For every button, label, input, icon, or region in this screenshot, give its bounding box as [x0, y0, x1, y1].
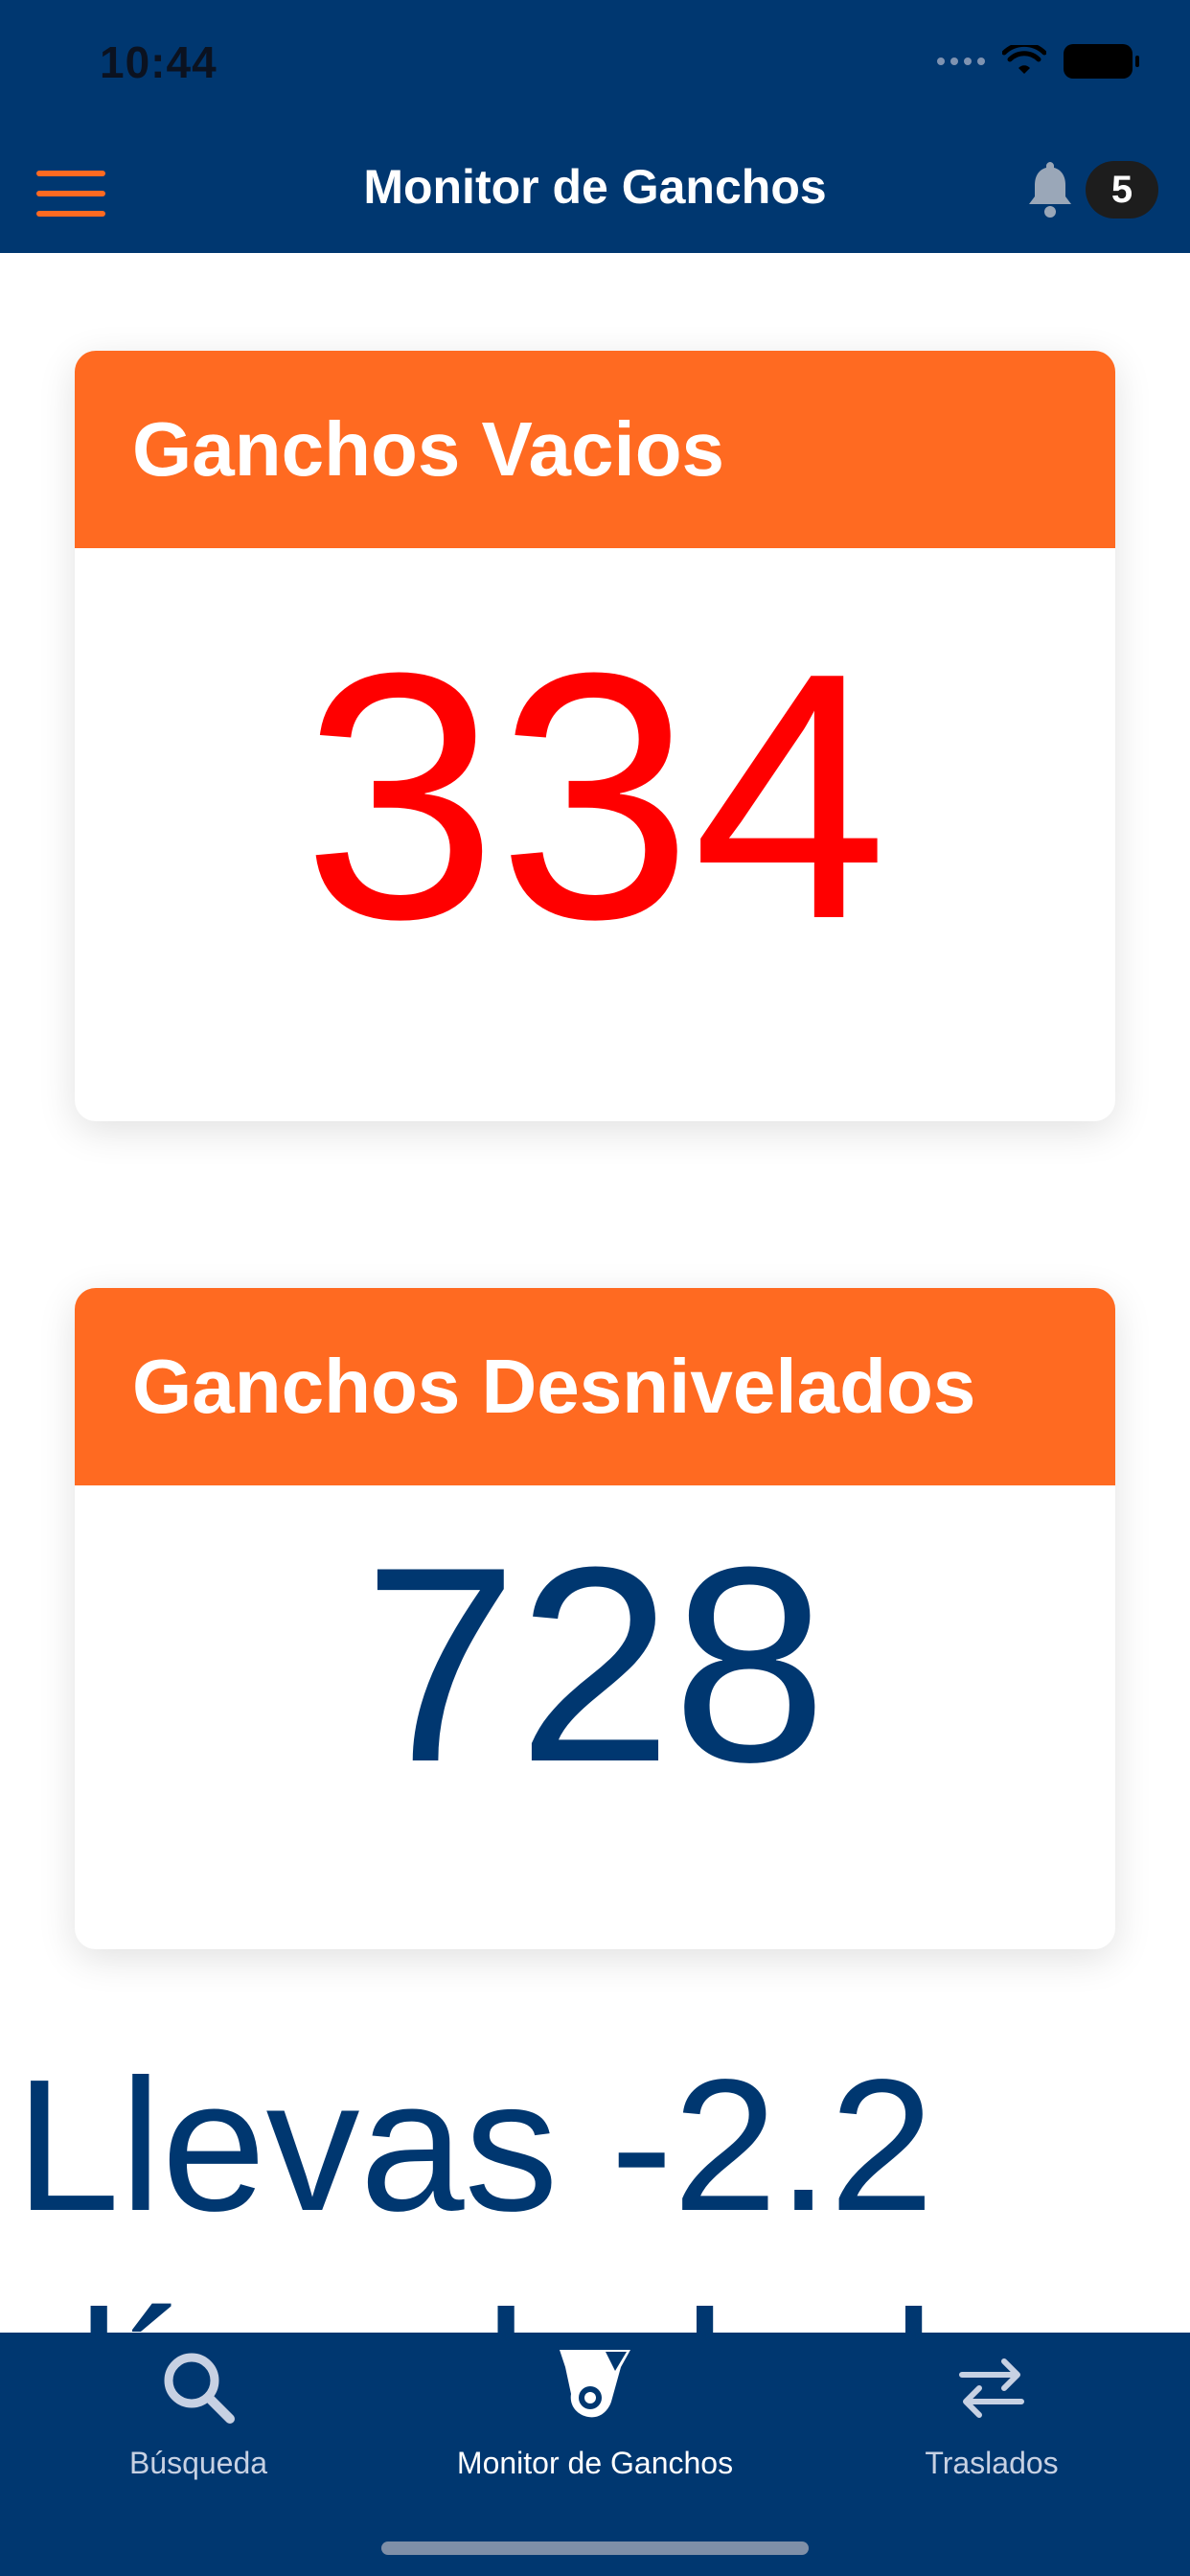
tab-label: Monitor de Ganchos	[456, 2446, 734, 2480]
battery-icon	[1064, 44, 1139, 79]
cellular-signal-icon	[937, 58, 985, 65]
transfer-icon	[959, 2358, 1024, 2418]
status-time: 10:44	[100, 37, 217, 87]
empty-hooks-count: 334	[302, 600, 888, 992]
home-indicator	[381, 2542, 809, 2555]
page-title: Monitor de Ganchos	[363, 160, 827, 214]
card-title: Ganchos Desnivelados	[75, 1288, 1115, 1485]
wifi-icon	[1002, 45, 1046, 74]
tab-label: Búsqueda	[128, 2446, 268, 2480]
card-title: Ganchos Vacios	[75, 351, 1115, 548]
status-icons	[937, 42, 1139, 80]
top-header: 10:44 Monitor de Ganchos 5	[0, 0, 1190, 253]
tab-traslados[interactable]: Traslados	[793, 2333, 1190, 2576]
search-icon	[164, 2353, 235, 2424]
tab-monitor-de-ganchos[interactable]: Monitor de Ganchos	[397, 2333, 793, 2576]
tab-label: Traslados	[925, 2446, 1059, 2480]
bell-icon[interactable]	[1023, 158, 1077, 219]
empty-hooks-card: Ganchos Vacios 334	[75, 351, 1115, 1121]
bottom-tab-bar: Búsqueda Monitor de Ganchos Traslados	[0, 2333, 1190, 2576]
notification-badge[interactable]: 5	[1086, 161, 1158, 218]
uneven-hooks-card: Ganchos Desnivelados 728	[75, 1288, 1115, 1949]
hook-monitor-icon	[560, 2350, 630, 2418]
uneven-hooks-count: 728	[363, 1509, 827, 1820]
tab-busqueda[interactable]: Búsqueda	[0, 2333, 397, 2576]
